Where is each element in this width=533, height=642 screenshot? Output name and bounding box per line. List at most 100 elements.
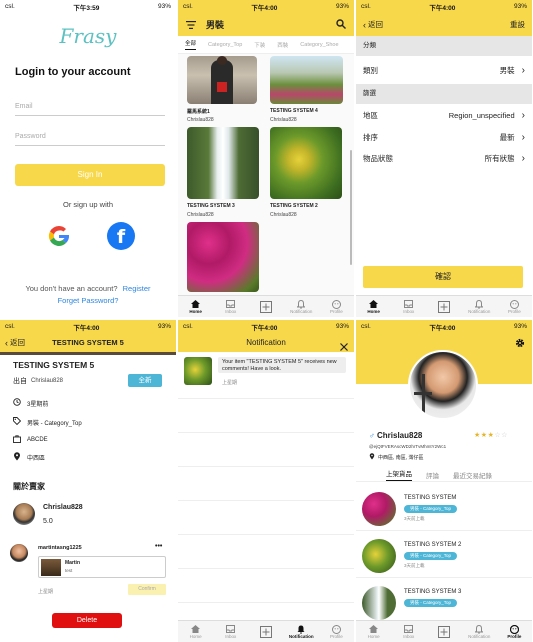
nav-add[interactable] xyxy=(248,296,283,317)
email-field[interactable]: Email xyxy=(15,103,165,110)
row-divider xyxy=(178,398,354,399)
reset-button[interactable]: 重設 xyxy=(510,19,525,30)
nav-home[interactable]: Home xyxy=(178,296,213,317)
nav-inbox[interactable]: Inbox xyxy=(391,296,426,317)
nav-home-label: Home xyxy=(367,634,380,639)
tab-suits[interactable]: 西裝 xyxy=(277,41,288,49)
google-icon[interactable] xyxy=(45,222,73,250)
nav-home-label: Home xyxy=(189,309,202,314)
battery: 93% xyxy=(157,323,171,330)
listing-row[interactable]: TESTING SYSTEM 2 男裝 - Category_Top 3天前上載 xyxy=(356,534,532,578)
confirm-button[interactable]: 確認 xyxy=(363,266,523,288)
chevron-right-icon: › xyxy=(521,64,525,76)
product-image[interactable] xyxy=(270,127,342,199)
listing-image xyxy=(362,492,396,526)
clock: 下午4:00 xyxy=(251,4,278,12)
nav-notification[interactable]: Notification xyxy=(462,296,497,317)
commenter-name[interactable]: martintasng1225 xyxy=(38,545,82,551)
nav-profile[interactable]: Profile xyxy=(497,621,532,642)
seller-avatar[interactable] xyxy=(13,503,35,525)
nav-profile[interactable]: Profile xyxy=(497,296,532,317)
search-icon[interactable] xyxy=(336,16,346,34)
nav-home[interactable]: Home xyxy=(178,621,213,642)
add-icon xyxy=(260,625,272,638)
nav-inbox[interactable]: Inbox xyxy=(213,296,248,317)
nav-notification[interactable]: Notification xyxy=(284,621,319,642)
header: csl. 下午4:00 93% 男裝 xyxy=(178,0,354,36)
condition-value: 所有狀態 xyxy=(484,153,515,163)
back-label: 返回 xyxy=(10,338,25,347)
username: Chrislau828 xyxy=(377,431,423,440)
listing-row[interactable]: TESTING SYSTEM 男裝 - Category_Top 3天前上載 xyxy=(356,487,532,531)
sort-row[interactable]: 排序 最新 › xyxy=(356,127,532,147)
nav-inbox-label: Inbox xyxy=(403,309,415,314)
notification-item[interactable]: Your item "TESTING SYSTEM 5" receives ne… xyxy=(184,357,348,391)
more-options-icon[interactable]: ••• xyxy=(155,543,162,550)
tab-category-top[interactable]: Category_Top xyxy=(208,42,242,48)
bell-icon xyxy=(297,624,305,634)
offer-thumbnail xyxy=(41,559,61,576)
region-row[interactable]: 地區 Region_unspecified › xyxy=(356,104,532,127)
nav-add[interactable] xyxy=(248,621,283,642)
tab-bottoms[interactable]: 下装 xyxy=(254,41,265,49)
tab-listings[interactable]: 上架貨品 xyxy=(386,468,412,481)
settings-gear-icon[interactable] xyxy=(515,335,525,353)
nav-add[interactable] xyxy=(426,296,461,317)
delete-button[interactable]: Delete xyxy=(52,613,122,628)
star-icon: ☆ xyxy=(501,432,508,439)
nav-inbox[interactable]: Inbox xyxy=(213,621,248,642)
nav-profile[interactable]: Profile xyxy=(319,296,354,317)
inbox-icon xyxy=(226,299,236,309)
close-icon[interactable] xyxy=(340,338,348,356)
product-image[interactable] xyxy=(187,222,259,292)
profile-avatar[interactable] xyxy=(408,350,478,420)
nav-notification-label: Notification xyxy=(468,634,491,639)
listing-row[interactable]: TESTING SYSTEM 3 男裝 - Category_Top xyxy=(356,581,532,621)
category-row[interactable]: 類別 男裝 › xyxy=(356,56,532,84)
category-label: 類別 xyxy=(363,65,378,75)
commenter-avatar[interactable] xyxy=(10,544,28,562)
owner-name[interactable]: Chrislau828 xyxy=(31,378,63,384)
listing-time: 3天前上載 xyxy=(404,563,425,568)
login-screen: csl. 下午3:59 93% Frasy Login to your acco… xyxy=(0,0,176,317)
sign-in-button[interactable]: Sign In xyxy=(15,164,165,186)
tab-reviews[interactable]: 評論 xyxy=(426,470,439,480)
nav-home[interactable]: Home xyxy=(356,621,391,642)
notification-bubble: Your item "TESTING SYSTEM 5" receives ne… xyxy=(218,357,346,373)
tab-all[interactable]: 全部 xyxy=(185,39,197,50)
confirm-button[interactable]: Confirm xyxy=(128,584,166,595)
seller-rating: 5.0 xyxy=(43,518,53,525)
back-button[interactable]: ‹ 返回 xyxy=(363,19,383,30)
category-row: 男裝 - Category_Top xyxy=(13,417,82,427)
nav-inbox[interactable]: Inbox xyxy=(391,621,426,642)
tab-category-shoe[interactable]: Category_Shoe xyxy=(300,42,338,48)
nav-profile[interactable]: Profile xyxy=(319,621,354,642)
rent-row: 出自 Chrislau828 xyxy=(13,376,63,386)
product-image[interactable] xyxy=(187,127,259,199)
nav-add[interactable] xyxy=(426,621,461,642)
scrollbar[interactable] xyxy=(350,150,352,265)
condition-row[interactable]: 物品狀態 所有狀態 › xyxy=(356,147,532,169)
product-image[interactable] xyxy=(187,56,257,104)
offer-card[interactable]: Martin test xyxy=(38,556,166,578)
status-bar: csl. 下午3:59 93% xyxy=(0,0,176,13)
register-link[interactable]: Register xyxy=(123,284,151,293)
facebook-icon[interactable]: f xyxy=(107,222,135,250)
nav-notification[interactable]: Notification xyxy=(462,621,497,642)
password-field[interactable]: Password xyxy=(15,133,165,140)
back-button[interactable]: ‹ 返回 xyxy=(5,337,25,348)
tab-recent-transactions[interactable]: 最近交易紀錄 xyxy=(453,470,492,480)
nav-home-label: Home xyxy=(367,309,380,314)
nav-home[interactable]: Home xyxy=(356,296,391,317)
product-user: Chrislau828 xyxy=(187,212,214,218)
nav-profile-label: Profile xyxy=(508,309,521,314)
filter-icon[interactable] xyxy=(186,16,196,34)
clock: 下午4:00 xyxy=(429,324,456,332)
username-row: ♂ Chrislau828 xyxy=(369,431,422,440)
forgot-password-link[interactable]: Forget Password? xyxy=(0,296,176,305)
seller-name[interactable]: Chrislau828 xyxy=(43,504,83,511)
region-value: 中西區, 南區, 灣仔區 xyxy=(378,455,424,461)
star-icon: ★ xyxy=(480,432,488,439)
product-image[interactable] xyxy=(270,56,343,104)
nav-notification[interactable]: Notification xyxy=(284,296,319,317)
